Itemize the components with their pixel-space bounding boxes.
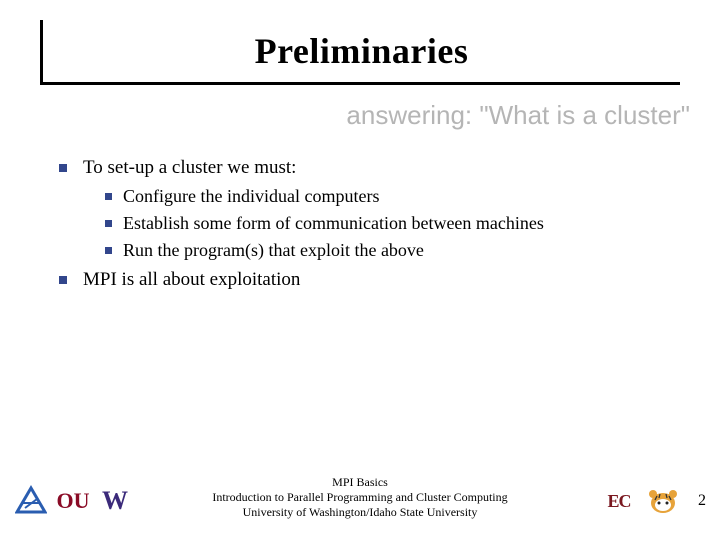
tiger-logo-icon: [646, 484, 680, 518]
list-item: Establish some form of communication bet…: [83, 211, 655, 236]
list-item: MPI is all about exploitation: [55, 267, 655, 294]
list-item: Run the program(s) that exploit the abov…: [83, 238, 655, 263]
subtitle: answering: "What is a cluster": [346, 100, 690, 131]
page-number: 2: [698, 492, 706, 510]
slide-title: Preliminaries: [255, 30, 469, 72]
bullet-sublist: Configure the individual computers Estab…: [83, 184, 655, 264]
footer: OU W MPI Basics Introduction to Parallel…: [0, 464, 720, 524]
ec-logo-icon: EC: [602, 484, 636, 518]
slide-root: Preliminaries answering: "What is a clus…: [0, 0, 720, 540]
title-frame: Preliminaries: [40, 20, 680, 85]
list-item: To set-up a cluster we must: Configure t…: [55, 155, 655, 263]
list-item-text: Configure the individual computers: [123, 186, 379, 206]
footer-logos-right: EC: [602, 484, 680, 518]
list-item-text: Establish some form of communication bet…: [123, 213, 544, 233]
list-item-text: Run the program(s) that exploit the abov…: [123, 240, 424, 260]
bullet-list: To set-up a cluster we must: Configure t…: [55, 155, 655, 294]
list-item-text: MPI is all about exploitation: [83, 269, 300, 290]
body-content: To set-up a cluster we must: Configure t…: [55, 155, 655, 298]
list-item-text: To set-up a cluster we must:: [83, 157, 296, 178]
list-item: Configure the individual computers: [83, 184, 655, 209]
